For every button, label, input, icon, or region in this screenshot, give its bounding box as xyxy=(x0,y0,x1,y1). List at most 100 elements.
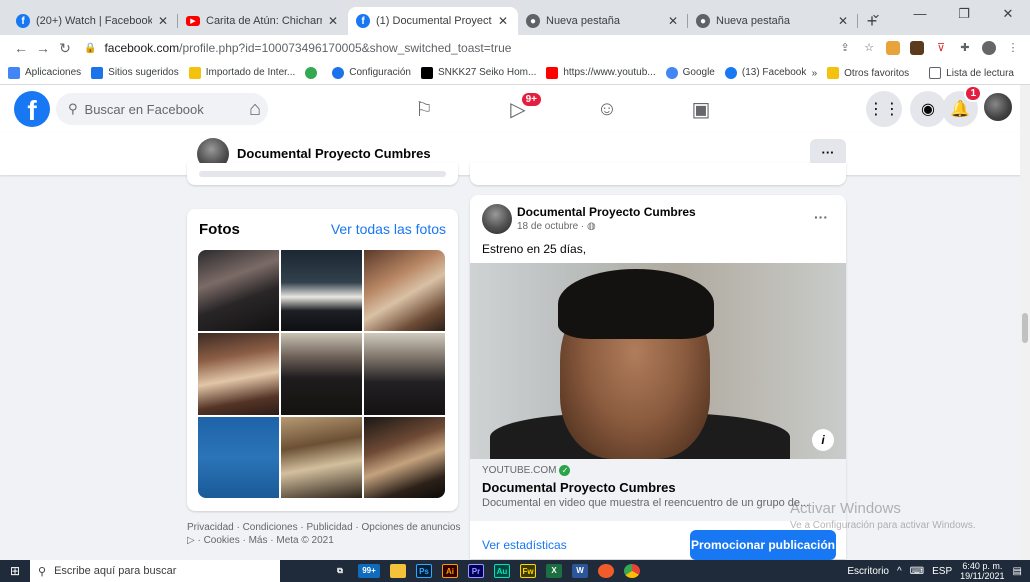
close-icon[interactable]: ✕ xyxy=(666,14,680,28)
taskbar-search-placeholder: Escribe aquí para buscar xyxy=(54,565,177,577)
photo-thumbnail[interactable] xyxy=(198,416,279,498)
profile-icon[interactable] xyxy=(982,41,996,55)
fireworks-icon[interactable]: Fw xyxy=(520,564,536,578)
post-author[interactable]: Documental Proyecto Cumbres xyxy=(517,205,696,219)
network-icon[interactable]: ⌨ xyxy=(910,566,924,577)
lock-icon: 🔒 xyxy=(84,42,97,54)
url-input[interactable]: 🔒 facebook.com/profile.php?id=1000734961… xyxy=(76,37,838,59)
pages-flag-icon[interactable]: ⚐ xyxy=(411,97,437,121)
minimize-button[interactable]: — xyxy=(898,4,942,24)
photo-thumbnail[interactable] xyxy=(281,416,362,498)
task-view-icon[interactable]: ⧉ xyxy=(332,564,348,578)
desktop-label[interactable]: Escritorio xyxy=(847,566,889,577)
bookmark-facebook[interactable]: (13) Facebook xyxy=(724,66,806,79)
scrollbar-thumb[interactable] xyxy=(1022,313,1028,343)
windows-start-button[interactable]: ⊞ xyxy=(0,560,30,582)
footer-links-2[interactable]: ▷ · Cookies · Más · Meta © 2021 xyxy=(187,534,462,547)
photo-thumbnail[interactable] xyxy=(198,333,279,415)
bookmark-youtube[interactable]: https://www.youtub... xyxy=(546,66,656,79)
bookmark-settings[interactable]: Configuración xyxy=(332,66,411,79)
bookmark-suggested[interactable]: Sitios sugeridos xyxy=(91,66,179,79)
post-options-button[interactable]: ··· xyxy=(814,209,828,225)
forward-button[interactable]: → xyxy=(32,40,54,56)
language-indicator[interactable]: ESP xyxy=(932,566,952,577)
tab-youtube[interactable]: ▶ Carita de Atún: Chicharrones ✕ xyxy=(178,7,348,35)
bookmark-apps[interactable]: Aplicaciones xyxy=(8,66,81,79)
taskbar-apps: ⧉ 99+ Ps Ai Pr Au Fw X W xyxy=(332,564,640,578)
puzzle-icon[interactable]: ✚ xyxy=(958,41,972,55)
premiere-icon[interactable]: Pr xyxy=(468,564,484,578)
star-icon[interactable]: ☆ xyxy=(862,41,876,55)
extension-icon[interactable] xyxy=(886,41,900,55)
taskbar-clock[interactable]: 6:40 p. m. 19/11/2021 xyxy=(960,561,1004,581)
watch-icon[interactable]: ▷ 9+ xyxy=(505,91,543,121)
file-explorer-icon[interactable] xyxy=(390,564,406,578)
photo-thumbnail[interactable] xyxy=(198,250,279,332)
photoshop-icon[interactable]: Ps xyxy=(416,564,432,578)
photo-thumbnail[interactable] xyxy=(364,416,445,498)
taskbar-search-input[interactable]: ⚲ Escribe aquí para buscar xyxy=(30,560,280,582)
post-author-avatar[interactable] xyxy=(482,204,512,234)
folder-icon xyxy=(827,67,840,79)
maximize-button[interactable]: ❐ xyxy=(942,4,986,24)
photo-thumbnail[interactable] xyxy=(364,333,445,415)
footer-links[interactable]: Privacidad · Condiciones · Publicidad · … xyxy=(187,521,462,534)
photo-thumbnail[interactable] xyxy=(281,333,362,415)
chrome-icon[interactable] xyxy=(624,564,640,578)
word-icon[interactable]: W xyxy=(572,564,588,578)
tab-documental[interactable]: f (1) Documental Proyecto Cu ✕ xyxy=(348,7,518,35)
amazon-icon xyxy=(420,66,433,79)
see-all-photos-link[interactable]: Ver todas las fotos xyxy=(331,221,446,237)
gaming-icon[interactable]: ▣ xyxy=(688,97,714,121)
bookmark-imported[interactable]: Importado de Inter... xyxy=(188,66,295,79)
close-icon[interactable]: ✕ xyxy=(496,14,510,28)
promote-post-button[interactable]: Promocionar publicación xyxy=(690,530,836,560)
brave-icon[interactable] xyxy=(598,564,614,578)
bookmark-chat[interactable] xyxy=(305,66,322,79)
bookmark-google[interactable]: Google xyxy=(665,66,715,79)
account-avatar[interactable] xyxy=(982,91,1014,123)
tab-new-1[interactable]: ● Nueva pestaña ✕ xyxy=(518,7,688,35)
view-stats-link[interactable]: Ver estadísticas xyxy=(482,538,567,552)
back-button[interactable]: ← xyxy=(10,40,32,56)
photo-thumbnail[interactable] xyxy=(281,250,362,332)
info-icon[interactable]: i xyxy=(812,429,834,451)
profile-name[interactable]: Documental Proyecto Cumbres xyxy=(237,146,431,161)
post-video-thumbnail[interactable]: i xyxy=(470,263,846,459)
close-icon[interactable]: ✕ xyxy=(836,14,850,28)
menu-grid-button[interactable]: ⋮⋮ xyxy=(866,91,902,127)
tray-overflow-icon[interactable]: ^ xyxy=(897,566,902,577)
bookmarks-overflow-button[interactable]: » xyxy=(812,68,818,79)
excel-icon[interactable]: X xyxy=(546,564,562,578)
extension-icon[interactable] xyxy=(910,41,924,55)
facebook-header: f ⚲ Buscar en Facebook ⌂ ⚐ ▷ 9+ ☺ ▣ ⋮⋮ ◉ … xyxy=(0,85,1030,133)
photo-thumbnail[interactable] xyxy=(364,250,445,332)
notification-center-icon[interactable]: ▤ xyxy=(1013,566,1022,577)
audition-icon[interactable]: Au xyxy=(494,564,510,578)
close-window-button[interactable]: ✕ xyxy=(986,4,1030,24)
mail-icon[interactable]: 99+ xyxy=(358,564,380,578)
page-scrollbar[interactable] xyxy=(1020,85,1030,559)
bookmark-seiko[interactable]: SNKK27 Seiko Hom... xyxy=(420,66,536,79)
tab-watch-facebook[interactable]: f (20+) Watch | Facebook ✕ xyxy=(8,7,178,35)
groups-icon[interactable]: ☺ xyxy=(594,97,620,121)
close-icon[interactable]: ✕ xyxy=(156,14,170,28)
close-icon[interactable]: ✕ xyxy=(326,14,340,28)
chevron-down-icon[interactable]: ⌄ xyxy=(854,4,898,24)
messenger-button[interactable]: ◉ xyxy=(910,91,946,127)
extension-icon[interactable]: ⊽ xyxy=(934,41,948,55)
search-input[interactable]: ⚲ Buscar en Facebook xyxy=(56,93,268,125)
reload-button[interactable]: ↻ xyxy=(54,40,76,57)
post-date[interactable]: 18 de octubre · xyxy=(517,221,587,232)
notifications-button[interactable]: 🔔 1 xyxy=(942,85,982,127)
windows-activation-watermark: Activar Windows Ve a Configuración para … xyxy=(790,500,976,531)
reading-list-button[interactable]: Lista de lectura xyxy=(929,67,1014,79)
menu-icon[interactable]: ⋮ xyxy=(1006,41,1020,55)
watermark-subtitle: Ve a Configuración para activar Windows. xyxy=(790,520,976,531)
bookmark-other-favorites[interactable]: Otros favoritos xyxy=(827,67,909,79)
home-icon[interactable]: ⌂ xyxy=(242,97,268,121)
illustrator-icon[interactable]: Ai xyxy=(442,564,458,578)
facebook-logo[interactable]: f xyxy=(14,91,50,127)
tab-new-2[interactable]: ● Nueva pestaña ✕ xyxy=(688,7,858,35)
share-icon[interactable]: ⇪ xyxy=(838,41,852,55)
